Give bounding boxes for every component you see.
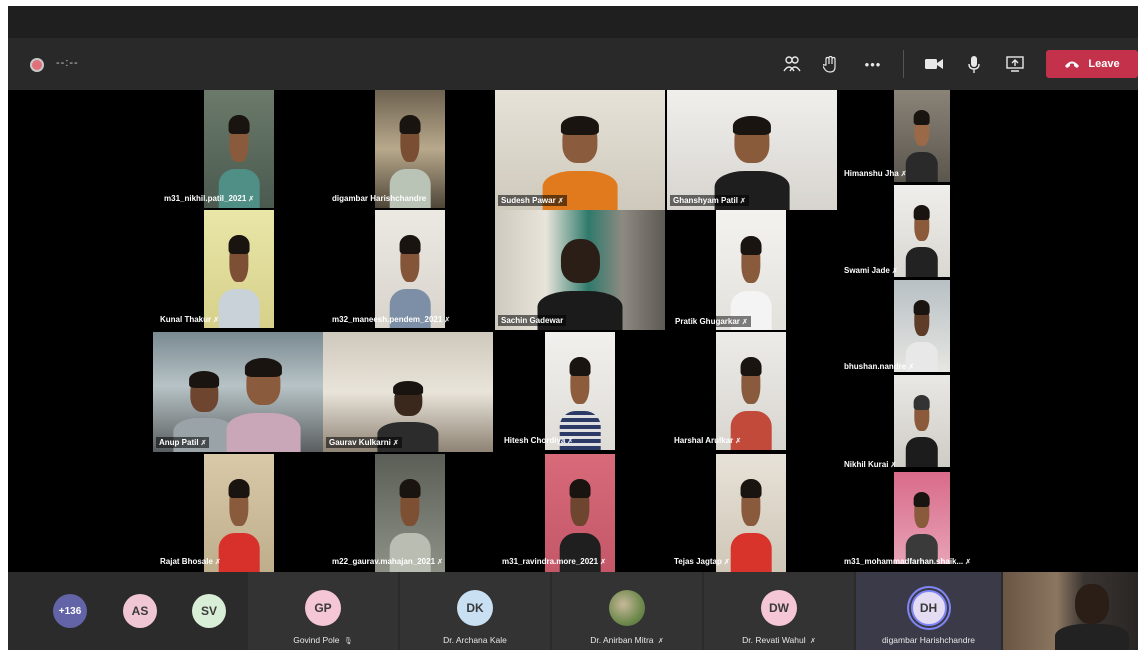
avatar: DH [910,590,947,626]
video-tile[interactable] [716,210,786,330]
participant-name: Pratik Ghugarkar ✗ [672,316,751,327]
video-tile[interactable] [894,375,950,467]
participant-name: Kunal Thakur ✗ [160,315,219,324]
participant-name: Harshal Arulkar ✗ [674,436,742,445]
participant-name: bhushan.nandre ✗ [844,362,915,371]
video-tile[interactable]: Ghanshyam Patil ✗ [667,90,837,210]
avatar: DK [457,590,493,626]
video-tile[interactable] [894,280,950,372]
self-view-video[interactable] [1003,572,1138,650]
raise-hand-icon[interactable] [818,52,842,76]
share-screen-icon[interactable] [1003,52,1027,76]
video-tile[interactable] [716,454,786,572]
participant-name: m32_maneesh.pendem_2021 ✗ [332,315,451,324]
participant-tile[interactable]: Dr. Anirban Mitra ✗ [552,572,702,650]
participant-name: m31_nikhil.patil_2021 ✗ [164,194,255,203]
participant-name: Govind Pole 🎙 [293,635,353,645]
mic-icon: 🎙 [343,638,353,645]
participant-tile[interactable]: GP Govind Pole 🎙 [248,572,398,650]
video-tile[interactable] [545,332,615,450]
video-tile[interactable] [204,90,274,208]
toolbar-divider [903,50,904,78]
participant-tray: +136 AS SV GP Govind Pole 🎙 DK Dr. Archa… [8,572,1138,650]
window-title-bar [8,6,1138,38]
hang-up-icon [1065,61,1080,68]
participant-name: Ghanshyam Patil ✗ [670,195,749,206]
participant-name: Nikhil Kurai ✗ [844,460,897,469]
video-tile[interactable]: Gaurav Kulkarni ✗ [323,332,493,452]
video-tile[interactable]: Anup Patil ✗ [153,332,323,452]
avatar [609,590,645,626]
participant-name: Sachin Gadewar [498,315,567,326]
recording-indicator-icon [30,58,44,72]
avatar: DW [761,590,797,626]
participant-name: Sudesh Pawar ✗ [498,195,567,206]
video-tile[interactable] [375,210,445,328]
more-icon[interactable]: ••• [861,52,885,76]
participants-icon[interactable] [780,52,804,76]
avatar[interactable]: SV [192,594,226,628]
avatar: GP [305,590,341,626]
participant-name: m22_gaurav.mahajan_2021 ✗ [332,557,443,566]
more-participants-badge[interactable]: +136 [53,594,87,628]
participant-name: digambar Harishchandre [881,635,976,645]
avatar[interactable]: AS [123,594,157,628]
participant-name: Swami Jade ✗ [844,266,898,275]
leave-label: Leave [1088,58,1120,70]
participant-name: Anup Patil ✗ [156,437,210,448]
video-tile[interactable]: Sudesh Pawar ✗ [495,90,665,210]
participant-name: digambar Harishchandre [332,194,427,203]
participant-name: Himanshu Jha ✗ [844,169,907,178]
video-tile[interactable]: Sachin Gadewar [495,210,665,330]
participant-tile[interactable]: DK Dr. Archana Kale [400,572,550,650]
video-tile[interactable] [894,472,950,564]
camera-icon[interactable] [922,52,946,76]
video-tile[interactable] [204,454,274,572]
participant-tile-active-speaker[interactable]: DH digambar Harishchandre [856,572,1001,650]
video-tile[interactable] [545,454,615,572]
video-grid: m31_nikhil.patil_2021 ✗ digambar Harishch… [8,90,1138,572]
participant-name: Tejas Jagtap ✗ [674,557,730,566]
participant-name: m31_ravindra.more_2021 ✗ [502,557,606,566]
participant-name: Dr. Anirban Mitra ✗ [590,635,664,645]
participant-name: Dr. Archana Kale [443,635,507,645]
video-tile[interactable] [375,454,445,572]
participant-name: Hitesh Chordiya ✗ [504,436,574,445]
participant-name: Gaurav Kulkarni ✗ [326,437,402,448]
participant-name: m31_mohammadfarhan.shaik... ✗ [844,557,972,566]
video-tile[interactable] [204,210,274,328]
mic-icon[interactable] [962,52,986,76]
video-tile[interactable] [375,90,445,208]
meeting-timer: --:-- [56,57,79,69]
participant-name: Dr. Revati Wahul ✗ [742,635,816,645]
participant-tile[interactable]: DW Dr. Revati Wahul ✗ [704,572,854,650]
video-tile[interactable] [894,185,950,277]
participant-name: Rajat Bhosale ✗ [160,557,221,566]
meeting-toolbar: --:-- ••• Leave [8,38,1138,90]
video-tile[interactable] [716,332,786,450]
leave-button[interactable]: Leave [1046,50,1138,78]
